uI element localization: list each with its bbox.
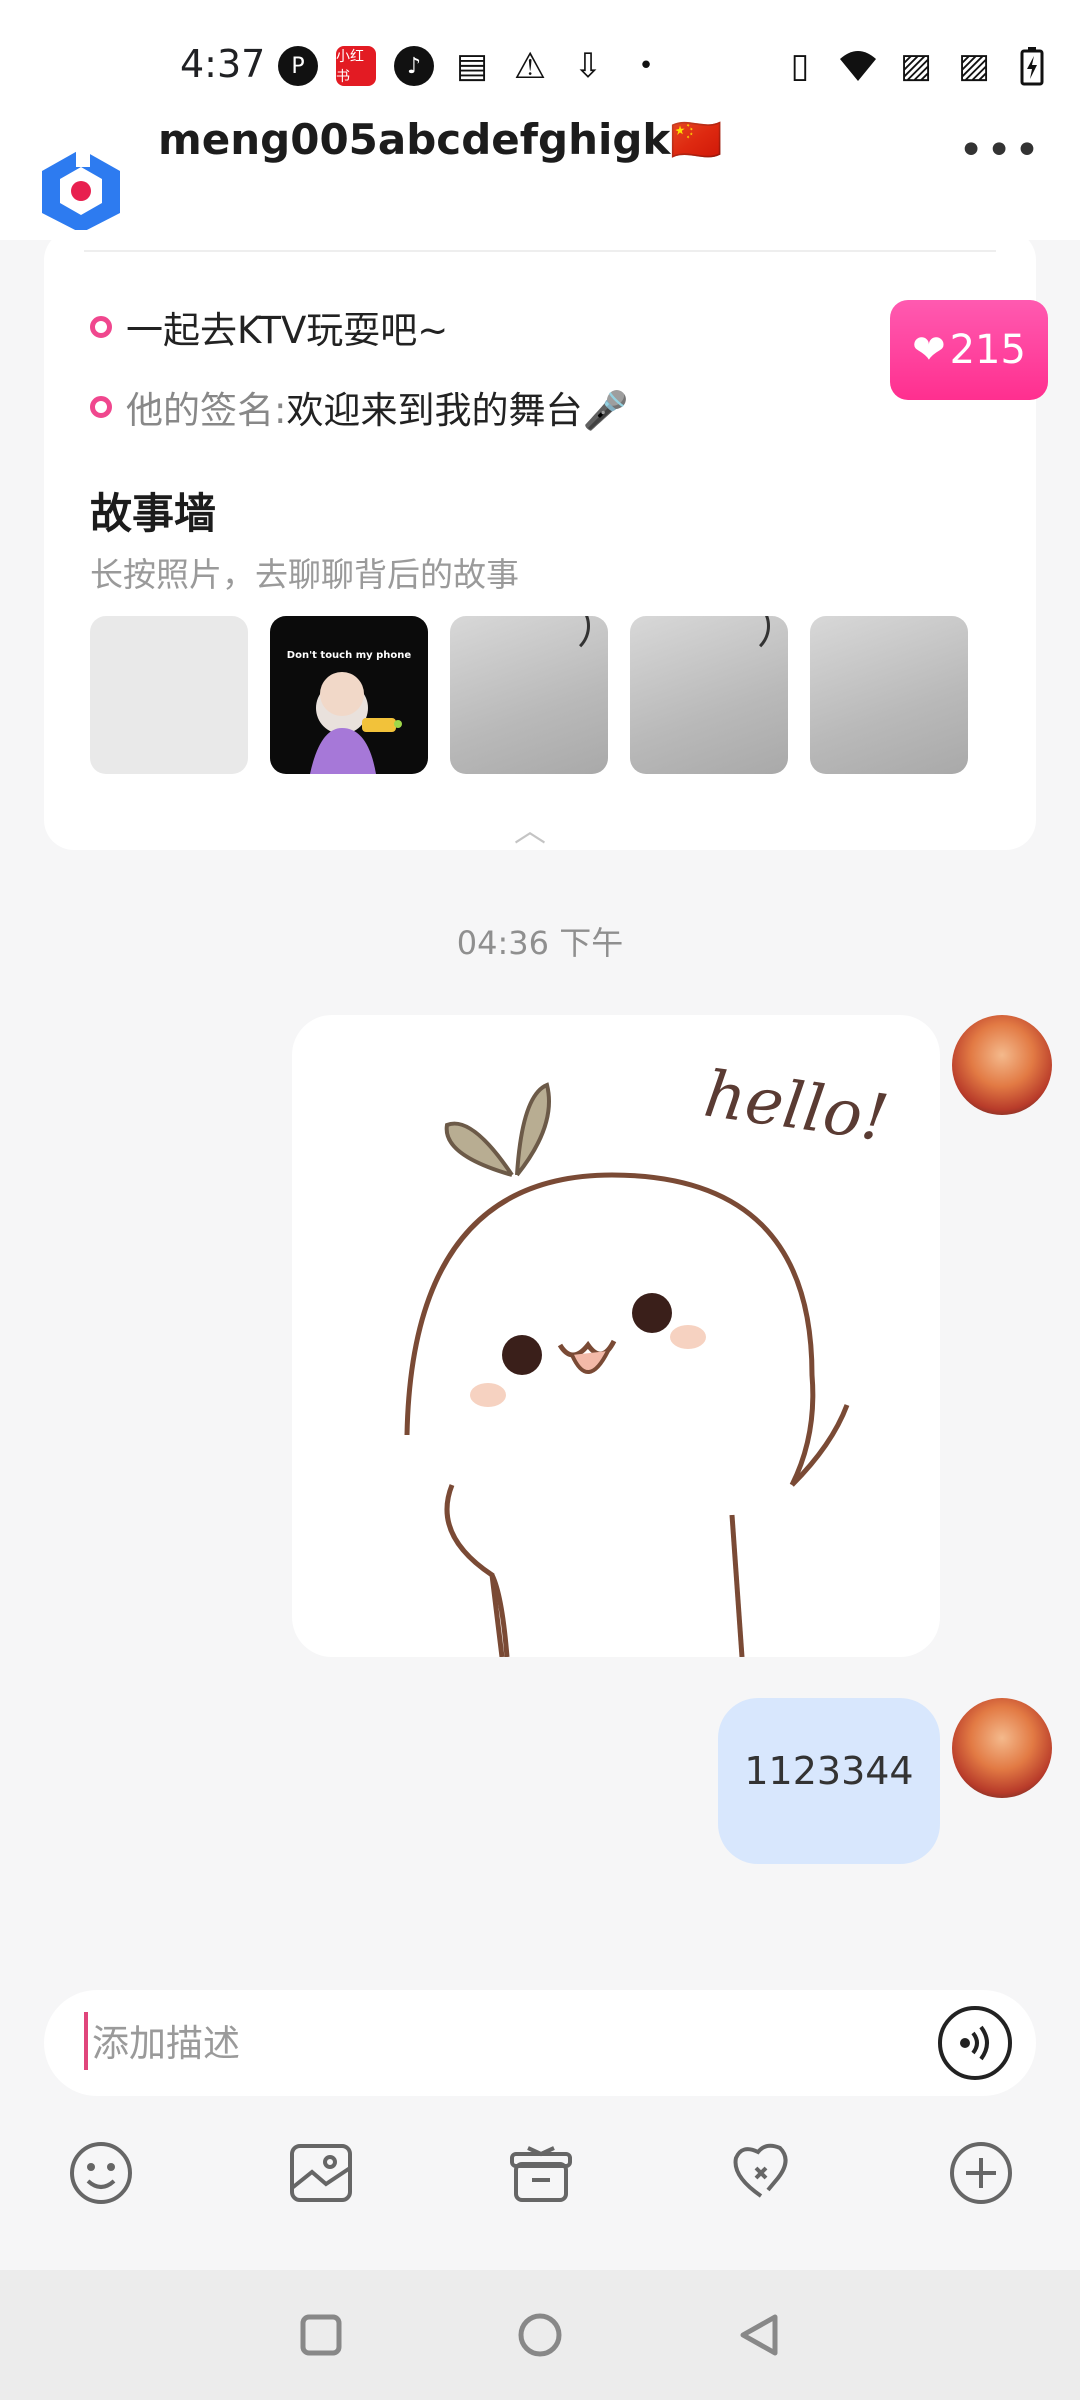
voice-button[interactable] [938, 2006, 1012, 2080]
recents-button[interactable] [292, 2306, 350, 2364]
story-photo[interactable] [90, 616, 248, 774]
story-photo[interactable] [810, 616, 968, 774]
no-sim-icon: ▨ [899, 46, 933, 86]
app-logo-icon [42, 145, 120, 233]
chat-header: meng005abcdefghigk🇨🇳 ••• [0, 105, 1080, 240]
plus-icon [950, 2142, 1012, 2204]
message-input-bar [44, 1990, 1036, 2096]
more-options-button[interactable]: ••• [958, 125, 1042, 176]
signature-label: 他的签名: [126, 389, 287, 432]
wallet-icon: ▤ [455, 46, 489, 86]
status-icons-left: P 小红书 ♪ ▤ ⚠ ⇩ • [278, 45, 666, 87]
tiktok-icon: ♪ [394, 46, 434, 86]
gift-button[interactable] [498, 2130, 584, 2216]
system-nav-bar [0, 2270, 1080, 2400]
sticker-message[interactable]: hello! [292, 1015, 940, 1657]
image-button[interactable] [278, 2130, 364, 2216]
hearts-icon: ❤ [912, 327, 946, 373]
message-timestamp: 04:36 下午 [456, 924, 624, 962]
status-icons-right: ▯ ▨ ▨ [780, 46, 1052, 86]
back-triangle-icon [740, 2314, 778, 2356]
avatar[interactable] [952, 1698, 1052, 1798]
chat-title: meng005abcdefghigk🇨🇳 [158, 115, 723, 164]
more-actions-button[interactable] [938, 2130, 1024, 2216]
wifi-icon [838, 46, 878, 86]
message-input[interactable] [90, 1990, 890, 2096]
no-sim-icon: ▨ [957, 46, 991, 86]
p-icon: P [278, 46, 318, 86]
battery-charging-icon [1012, 46, 1052, 86]
dot-icon: • [638, 51, 654, 81]
story-wall-title: 故事墙 [90, 489, 217, 538]
profile-signature-row: 他的签名: 欢迎来到我的舞台🎤 [90, 380, 629, 434]
back-button[interactable] [730, 2306, 788, 2364]
square-icon [300, 2314, 342, 2356]
story-photo[interactable] [450, 616, 608, 774]
emoji-icon [70, 2142, 132, 2204]
story-photos: Don't touch my phone [90, 616, 968, 774]
voice-icon [960, 2025, 989, 2061]
input-toolbar [0, 2130, 1080, 2240]
bullet-icon [90, 396, 112, 418]
gift-icon [510, 2146, 572, 2202]
text-message[interactable]: 1123344 [718, 1698, 940, 1864]
sticker-image: hello! [404, 1058, 893, 1657]
vibrate-icon: ▯ [790, 46, 810, 86]
text-caret [84, 2012, 88, 2070]
story-photo[interactable] [630, 616, 788, 774]
profile-status-text: 一起去KTV玩耍吧~ [126, 309, 449, 352]
image-icon [290, 2144, 352, 2202]
profile-card: 一起去KTV玩耍吧~ 他的签名: 欢迎来到我的舞台🎤 故事墙 长按照片，去聊聊背… [44, 230, 1036, 850]
download-icon: ⇩ [573, 46, 603, 86]
circle-icon [518, 2313, 562, 2357]
sticker-text: hello! [700, 1058, 893, 1157]
story-wall-subtitle: 长按照片，去聊聊背后的故事 [90, 555, 519, 594]
like-count: 215 [949, 327, 1026, 373]
signature-value: 欢迎来到我的舞台🎤 [286, 389, 629, 432]
avatar[interactable] [952, 1015, 1052, 1115]
bullet-icon [90, 316, 112, 338]
profile-line-1: 一起去KTV玩耍吧~ [90, 300, 448, 354]
story-photo[interactable]: Don't touch my phone [270, 616, 428, 774]
status-time: 4:37 [180, 42, 266, 86]
photo-caption: Don't touch my phone [287, 650, 412, 661]
heart-icon [733, 2143, 788, 2198]
divider [84, 250, 996, 252]
status-bar: 4:37 P 小红书 ♪ ▤ ⚠ ⇩ • ▯ ▨ ▨ [0, 0, 1080, 120]
heart-button[interactable] [718, 2130, 804, 2216]
like-count-badge[interactable]: ❤ 215 [890, 300, 1048, 400]
emoji-button[interactable] [58, 2130, 144, 2216]
warning-icon: ⚠ [513, 45, 547, 87]
home-button[interactable] [511, 2306, 569, 2364]
xiaohongshu-icon: 小红书 [336, 46, 376, 86]
collapse-chevron-icon[interactable]: ︿ [514, 805, 546, 851]
